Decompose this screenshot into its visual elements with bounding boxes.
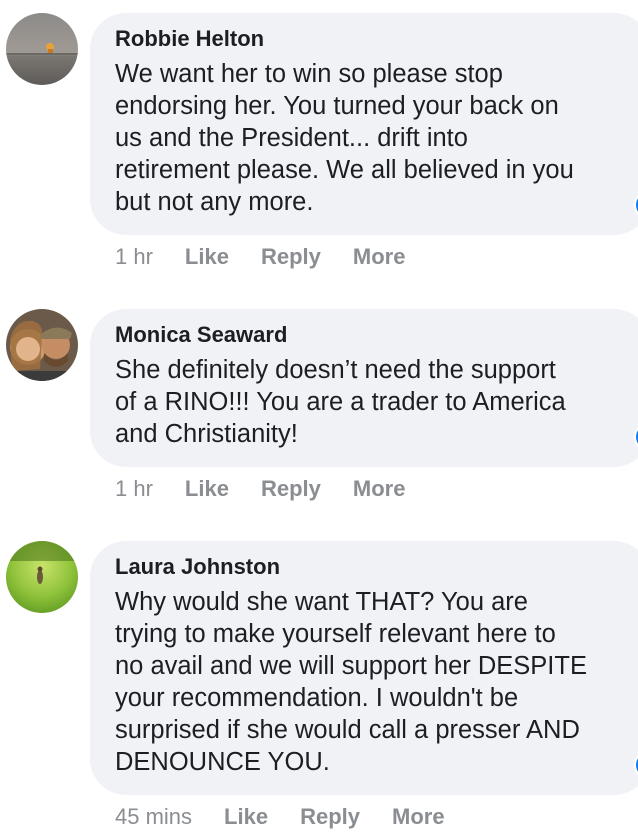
- reaction-icon[interactable]: [634, 423, 638, 451]
- reply-button[interactable]: Reply: [261, 476, 321, 501]
- comment-bubble: Monica Seaward She definitely doesn’t ne…: [90, 309, 638, 467]
- comment-text: We want her to win so please stop endors…: [115, 60, 574, 216]
- comment-text: Why would she want THAT? You are trying …: [115, 588, 587, 776]
- comment-timestamp[interactable]: 1 hr: [115, 476, 153, 501]
- reply-button[interactable]: Reply: [300, 804, 360, 829]
- comment-author[interactable]: Monica Seaward: [115, 321, 626, 349]
- comment-actions: 1 hr Like Reply More: [115, 476, 437, 502]
- sunset-lake-icon: [6, 13, 78, 85]
- like-button[interactable]: Like: [224, 804, 268, 829]
- like-button[interactable]: Like: [185, 244, 229, 269]
- reaction-icon[interactable]: [634, 751, 638, 779]
- more-button[interactable]: More: [392, 804, 445, 829]
- more-button[interactable]: More: [353, 244, 406, 269]
- reply-button[interactable]: Reply: [261, 244, 321, 269]
- comment-actions: 45 mins Like Reply More: [115, 804, 477, 830]
- comment-bubble: Robbie Helton We want her to win so plea…: [90, 13, 638, 235]
- avatar[interactable]: [6, 541, 78, 613]
- comment-author[interactable]: Robbie Helton: [115, 25, 626, 53]
- comment-bubble: Laura Johnston Why would she want THAT? …: [90, 541, 638, 795]
- reaction-icon[interactable]: [634, 191, 638, 219]
- comment-timestamp[interactable]: 45 mins: [115, 804, 192, 829]
- avatar[interactable]: [6, 309, 78, 381]
- like-button[interactable]: Like: [185, 476, 229, 501]
- comment-actions: 1 hr Like Reply More: [115, 244, 437, 270]
- avatar[interactable]: [6, 13, 78, 85]
- couple-photo-icon: [6, 309, 78, 381]
- comment-timestamp[interactable]: 1 hr: [115, 244, 153, 269]
- comment-text: She definitely doesn’t need the support …: [115, 356, 566, 448]
- comment-author[interactable]: Laura Johnston: [115, 553, 626, 581]
- more-button[interactable]: More: [353, 476, 406, 501]
- green-field-icon: [6, 541, 78, 613]
